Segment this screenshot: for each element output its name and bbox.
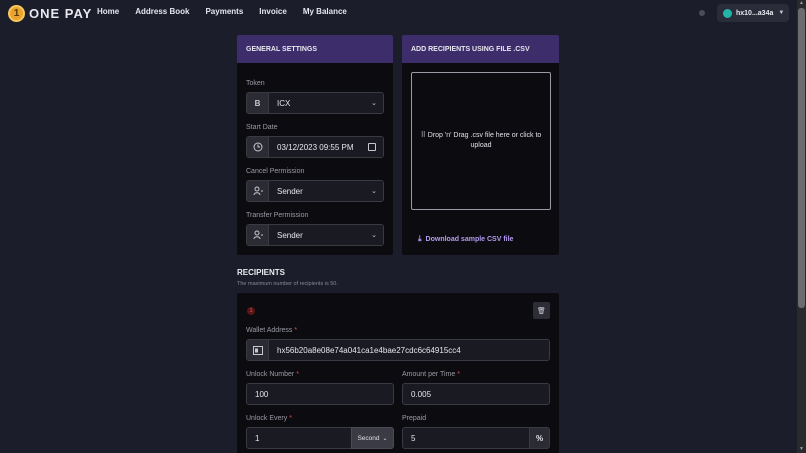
wallet-avatar xyxy=(723,8,732,18)
cancel-permission-value: Sender xyxy=(277,186,303,196)
chevron-down-icon: ⌄ xyxy=(382,435,388,442)
amount-per-time-value: 0.005 xyxy=(411,389,432,399)
cancel-permission-label: Cancel Permission xyxy=(246,168,305,175)
token-label: Token xyxy=(246,80,265,87)
user-icon xyxy=(247,225,269,245)
transfer-permission-value: Sender xyxy=(277,230,303,240)
prepaid-value: 5 xyxy=(411,433,416,443)
required-mark: * xyxy=(296,371,299,378)
csv-drop-zone[interactable]: ⠿ Drop 'n' Drag .csv file here or click … xyxy=(411,72,551,210)
amount-per-time-input[interactable]: 0.005 xyxy=(402,383,550,405)
unlock-number-input[interactable]: 100 xyxy=(246,383,394,405)
recipients-subtitle: The maximum number of recipients is 50. xyxy=(237,281,338,287)
chevron-down-icon: ⌄ xyxy=(371,188,377,195)
chevron-down-icon: ⌄ xyxy=(371,232,377,239)
percent-icon: % xyxy=(535,433,544,443)
cancel-permission-select[interactable]: Sender ⌄ xyxy=(246,180,384,202)
wallet-address-label-text: Wallet Address xyxy=(246,327,293,334)
nav-invoice[interactable]: Invoice xyxy=(259,7,287,16)
theme-toggle-icon[interactable] xyxy=(699,10,705,16)
transfer-permission-select[interactable]: Sender ⌄ xyxy=(246,224,384,246)
nav-payments[interactable]: Payments xyxy=(205,7,243,16)
wallet-address-value: hx56b20a8e08e74a041ca1e4bae27cdc6c64915c… xyxy=(277,345,461,355)
nav-address-book[interactable]: Address Book xyxy=(135,7,189,16)
download-sample-csv-link[interactable]: ⤓ Download sample CSV file xyxy=(418,234,513,244)
drop-zone-content: ⠿ Drop 'n' Drag .csv file here or click … xyxy=(418,131,544,151)
page-scrollbar[interactable]: ▲ ▼ xyxy=(797,0,806,453)
required-mark: * xyxy=(457,371,460,378)
wallet-button[interactable]: hx10...a34a ▼ xyxy=(717,4,789,22)
required-mark: * xyxy=(294,327,298,334)
main-nav: Home Address Book Payments Invoice My Ba… xyxy=(97,7,363,16)
download-icon: ⤓ xyxy=(418,234,422,243)
prepaid-input[interactable]: 5 xyxy=(402,427,530,449)
unlock-number-label-text: Unlock Number xyxy=(246,371,295,378)
nav-my-balance[interactable]: My Balance xyxy=(303,7,347,16)
wallet-address-input[interactable]: hx56b20a8e08e74a041ca1e4bae27cdc6c64915c… xyxy=(246,339,550,361)
wallet-address: hx10...a34a xyxy=(736,9,774,17)
scroll-down-icon[interactable]: ▼ xyxy=(798,446,805,452)
logo-coin-icon: 1 xyxy=(8,5,25,22)
general-settings-title: GENERAL SETTINGS xyxy=(237,35,393,63)
app-logo[interactable]: 1 ONE PAY xyxy=(8,5,92,22)
delete-recipient-button[interactable]: 🗑 xyxy=(533,302,550,319)
token-icon: B xyxy=(247,93,269,113)
clock-icon xyxy=(247,137,269,157)
chevron-down-icon: ⌄ xyxy=(371,100,377,107)
token-select[interactable]: B ICX ⌄ xyxy=(246,92,384,114)
required-mark: * xyxy=(289,415,292,422)
calendar-icon[interactable] xyxy=(368,143,376,151)
unlock-number-value: 100 xyxy=(255,389,269,399)
scroll-up-icon[interactable]: ▲ xyxy=(798,0,805,6)
start-date-label: Start Date xyxy=(246,124,278,131)
logo-text: ONE PAY xyxy=(29,6,93,21)
drag-handle-icon: ⠿ xyxy=(420,132,428,139)
scroll-thumb[interactable] xyxy=(798,8,805,308)
drop-zone-text: Drop 'n' Drag .csv file here or click to… xyxy=(427,132,542,149)
chevron-down-icon: ▼ xyxy=(778,10,785,16)
prepaid-label: Prepaid xyxy=(402,415,427,422)
unlock-every-label-text: Unlock Every xyxy=(246,415,288,422)
trash-icon: 🗑 xyxy=(537,307,546,315)
user-icon xyxy=(247,181,269,201)
amount-per-time-label: Amount per Time * xyxy=(402,371,460,378)
unlock-unit-value: Second xyxy=(357,434,380,442)
download-label: Download sample CSV file xyxy=(425,235,514,243)
start-date-input[interactable]: 03/12/2023 09:55 PM xyxy=(246,136,384,158)
csv-panel-title: ADD RECIPIENTS USING FILE .CSV xyxy=(402,35,559,63)
unlock-every-input[interactable]: 1 xyxy=(246,427,352,449)
top-navbar: 1 ONE PAY Home Address Book Payments Inv… xyxy=(0,0,797,30)
wallet-address-label: Wallet Address * xyxy=(246,327,297,334)
amount-per-time-label-text: Amount per Time xyxy=(402,371,456,378)
unlock-every-label: Unlock Every * xyxy=(246,415,292,422)
unlock-every-value: 1 xyxy=(255,433,260,443)
unlock-number-label: Unlock Number * xyxy=(246,371,299,378)
transfer-permission-label: Transfer Permission xyxy=(246,212,309,219)
recipients-title: RECIPIENTS xyxy=(237,268,286,277)
start-date-value: 03/12/2023 09:55 PM xyxy=(277,142,354,152)
address-book-icon[interactable] xyxy=(247,340,269,360)
percent-suffix: % xyxy=(529,427,550,449)
unlock-unit-select[interactable]: Second ⌄ xyxy=(351,427,394,449)
nav-home[interactable]: Home xyxy=(97,7,119,16)
token-value: ICX xyxy=(277,98,291,108)
recipient-index-badge: 1 xyxy=(247,307,255,315)
